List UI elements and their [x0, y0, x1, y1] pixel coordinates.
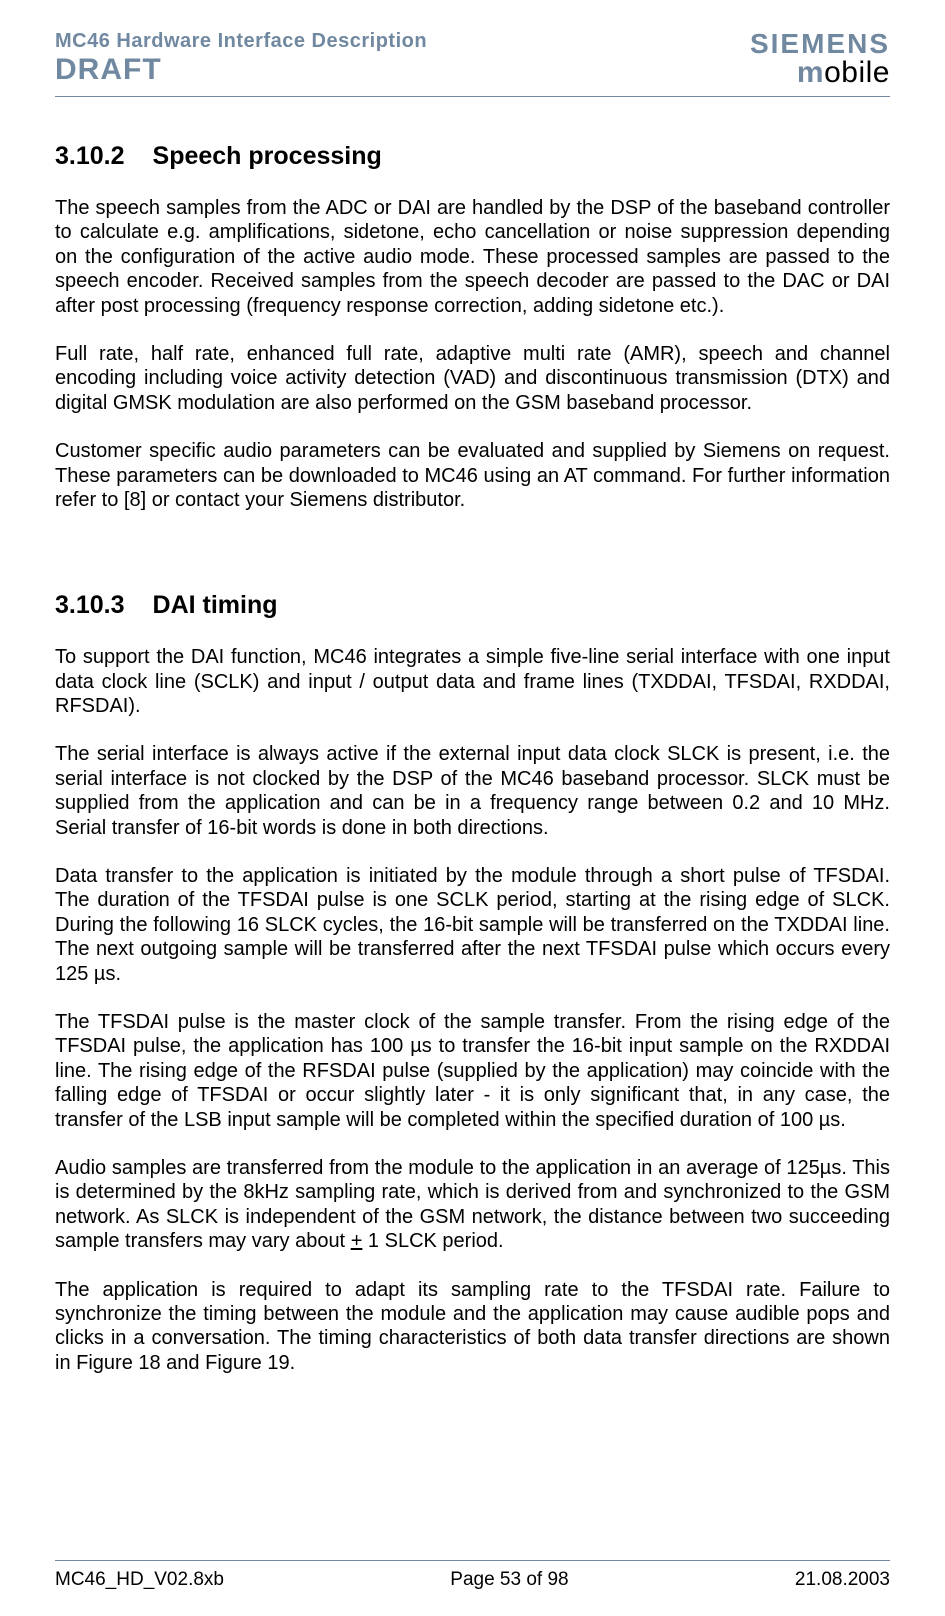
paragraph: Customer specific audio parameters can b…	[55, 439, 890, 512]
paragraph: Full rate, half rate, enhanced full rate…	[55, 342, 890, 415]
paragraph: Audio samples are transferred from the m…	[55, 1156, 890, 1254]
paragraph: The TFSDAI pulse is the master clock of …	[55, 1010, 890, 1132]
section-heading-speech-processing: 3.10.2 Speech processing	[55, 142, 890, 171]
section-heading-dai-timing: 3.10.3 DAI timing	[55, 591, 890, 620]
paragraph: Data transfer to the application is init…	[55, 864, 890, 986]
footer-page-number: Page 53 of 98	[450, 1569, 568, 1591]
mobile-m: m	[797, 56, 824, 89]
brand-logo: SIEMENS mobile	[750, 30, 890, 88]
paragraph: The serial interface is always active if…	[55, 742, 890, 840]
section-title: DAI timing	[153, 591, 278, 619]
mobile-wordmark: mobile	[750, 58, 890, 88]
header-left: MC46 Hardware Interface Description DRAF…	[55, 30, 427, 86]
footer-doc-id: MC46_HD_V02.8xb	[55, 1569, 224, 1591]
draft-label: DRAFT	[55, 53, 427, 86]
document-title: MC46 Hardware Interface Description	[55, 30, 427, 53]
paragraph: The application is required to adapt its…	[55, 1278, 890, 1376]
page-footer: MC46_HD_V02.8xb Page 53 of 98 21.08.2003	[55, 1560, 890, 1591]
footer-date: 21.08.2003	[795, 1569, 890, 1591]
section-number: 3.10.2	[55, 142, 125, 171]
underlined-text: +	[351, 1230, 363, 1252]
siemens-wordmark: SIEMENS	[750, 30, 890, 58]
section-number: 3.10.3	[55, 591, 125, 620]
paragraph: The speech samples from the ADC or DAI a…	[55, 196, 890, 318]
page-header: MC46 Hardware Interface Description DRAF…	[55, 30, 890, 97]
paragraph-text: 1 SLCK period.	[362, 1230, 503, 1252]
section-title: Speech processing	[153, 142, 382, 170]
section-spacer	[55, 536, 890, 591]
page-content: 3.10.2 Speech processing The speech sampl…	[55, 97, 890, 1375]
mobile-rest: obile	[824, 56, 890, 89]
paragraph: To support the DAI function, MC46 integr…	[55, 645, 890, 718]
